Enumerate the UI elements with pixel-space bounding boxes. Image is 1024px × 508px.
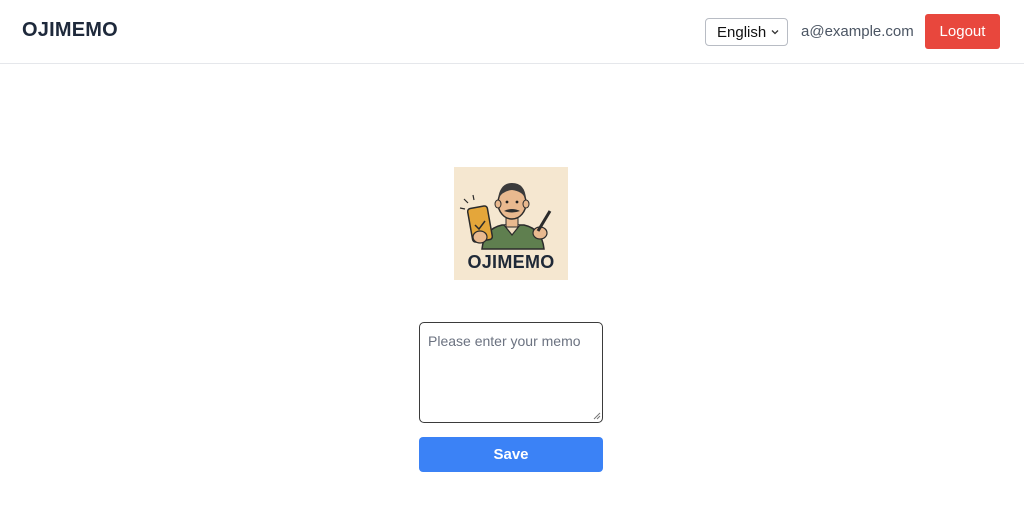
user-email: a@example.com xyxy=(801,23,914,40)
logo-text: OJIMEMO xyxy=(467,252,555,272)
logout-button[interactable]: Logout xyxy=(925,14,1000,49)
save-button[interactable]: Save xyxy=(419,437,603,472)
language-select[interactable]: English xyxy=(705,18,788,46)
ojimemo-logo: OJIMEMO xyxy=(454,167,568,280)
memo-input[interactable] xyxy=(419,322,603,423)
app-header: OJIMEMO English a@example.com Logout xyxy=(0,0,1024,64)
app-brand[interactable]: OJIMEMO xyxy=(22,19,118,42)
chevron-down-icon xyxy=(771,30,779,35)
resize-grip-icon[interactable] xyxy=(593,412,601,420)
language-selected-value: English xyxy=(717,23,767,41)
